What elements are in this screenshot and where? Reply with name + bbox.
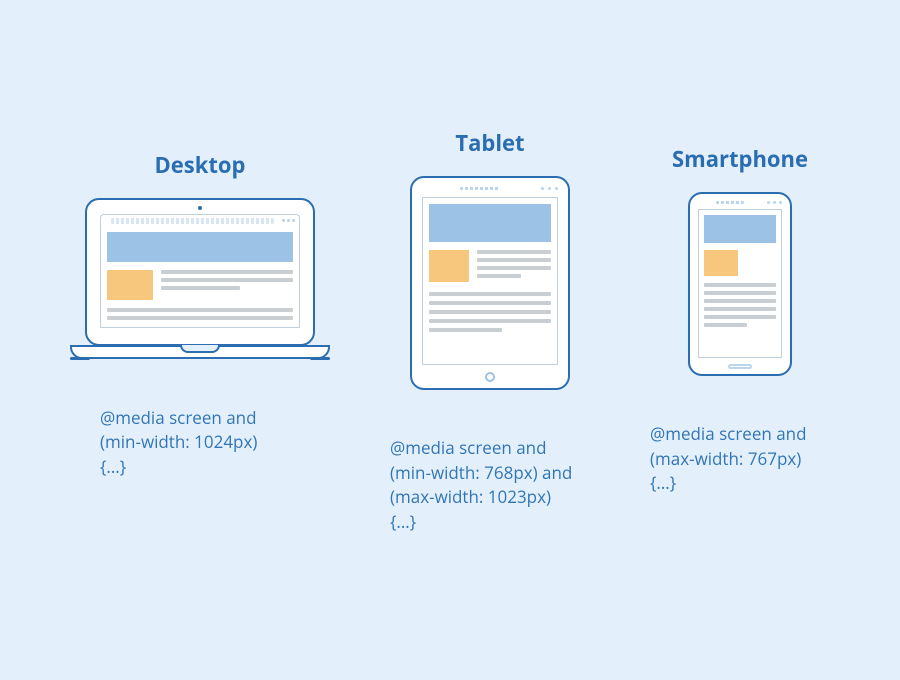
trackpad-notch-icon: [180, 345, 220, 353]
text-line-icon: [161, 270, 293, 274]
hero-block: [107, 232, 293, 262]
content-row: [107, 270, 293, 300]
text-line-icon: [429, 319, 551, 323]
text-line-icon: [704, 315, 776, 319]
thumb-block: [429, 250, 469, 282]
text-line-icon: [704, 307, 776, 311]
text-lines: [477, 250, 551, 282]
tablet-top-bar: [422, 186, 558, 191]
desktop-caption: @media screen and (min-width: 1024px) {.…: [100, 360, 300, 480]
window-control-icon: [287, 219, 290, 222]
thumb-block: [107, 270, 153, 300]
text-line-icon: [161, 278, 293, 282]
smartphone-column: Smartphone: [650, 150, 830, 496]
caption-line: {...}: [100, 455, 126, 478]
laptop-icon: [70, 198, 330, 360]
camera-icon: [198, 206, 202, 210]
tablet-caption: @media screen and (min-width: 768px) and…: [390, 390, 590, 535]
text-lines: [429, 292, 551, 332]
home-button-icon: [728, 364, 752, 369]
caption-line: @media screen and: [390, 436, 546, 459]
caption-line: {...}: [390, 510, 416, 533]
laptop-screen: [100, 214, 300, 328]
tablet-icon: [410, 176, 570, 390]
text-line-icon: [429, 292, 551, 296]
tablet-title: Tablet: [455, 128, 524, 158]
caption-line: @media screen and: [100, 406, 256, 429]
hero-block: [429, 204, 551, 242]
text-line-icon: [161, 286, 240, 290]
text-line-icon: [429, 301, 551, 305]
caption-line: @media screen and: [650, 422, 806, 445]
smartphone-caption: @media screen and (max-width: 767px) {..…: [650, 376, 830, 496]
tablet-column: Tablet: [390, 150, 590, 535]
desktop-column: Desktop: [70, 150, 330, 479]
text-line-icon: [704, 283, 776, 287]
hero-block: [704, 215, 776, 243]
speaker-icon: [716, 201, 744, 204]
laptop-base: [70, 345, 330, 359]
text-line-icon: [704, 291, 776, 295]
media-query-text: @media screen and (max-width: 767px) {..…: [650, 422, 830, 496]
caption-line: (min-width: 1024px): [100, 430, 257, 453]
caption-line: (min-width: 768px) and: [390, 461, 572, 484]
diagram-container: Desktop: [0, 0, 900, 535]
text-line-icon: [477, 250, 551, 254]
text-line-icon: [429, 328, 502, 332]
caption-line: {...}: [650, 471, 676, 494]
text-line-icon: [477, 258, 551, 262]
sensor-dot-icon: [779, 201, 782, 204]
thumb-block: [704, 250, 738, 276]
sensor-dot-icon: [555, 187, 558, 190]
page-mock: [422, 197, 558, 365]
sensor-dot-icon: [541, 187, 544, 190]
sensor-dot-icon: [548, 187, 551, 190]
text-lines: [107, 308, 293, 320]
media-query-text: @media screen and (min-width: 768px) and…: [390, 436, 590, 535]
text-line-icon: [477, 274, 521, 278]
text-lines: [161, 270, 293, 300]
text-line-icon: [429, 310, 551, 314]
text-line-icon: [107, 308, 293, 312]
smartphone-title: Smartphone: [672, 144, 808, 174]
laptop-lid: [85, 198, 315, 346]
caption-line: (max-width: 1023px): [390, 485, 551, 508]
text-line-icon: [477, 266, 551, 270]
text-line-icon: [704, 323, 747, 327]
sensor-dot-icon: [773, 201, 776, 204]
text-lines: [704, 283, 776, 327]
content-row: [429, 250, 551, 282]
phone-top-bar: [698, 201, 782, 204]
page-mock: [100, 226, 300, 328]
url-bar-icon: [111, 218, 274, 224]
home-button-icon: [485, 372, 495, 382]
browser-bar: [100, 214, 300, 226]
caption-line: (max-width: 767px): [650, 447, 801, 470]
text-line-icon: [107, 316, 293, 320]
media-query-text: @media screen and (min-width: 1024px) {.…: [100, 406, 300, 480]
window-control-icon: [282, 219, 285, 222]
desktop-title: Desktop: [155, 150, 246, 180]
page-mock: [698, 209, 782, 358]
window-control-icon: [292, 219, 295, 222]
smartphone-icon: [688, 192, 792, 376]
speaker-icon: [460, 187, 500, 190]
text-line-icon: [704, 299, 776, 303]
sensor-dot-icon: [767, 201, 770, 204]
